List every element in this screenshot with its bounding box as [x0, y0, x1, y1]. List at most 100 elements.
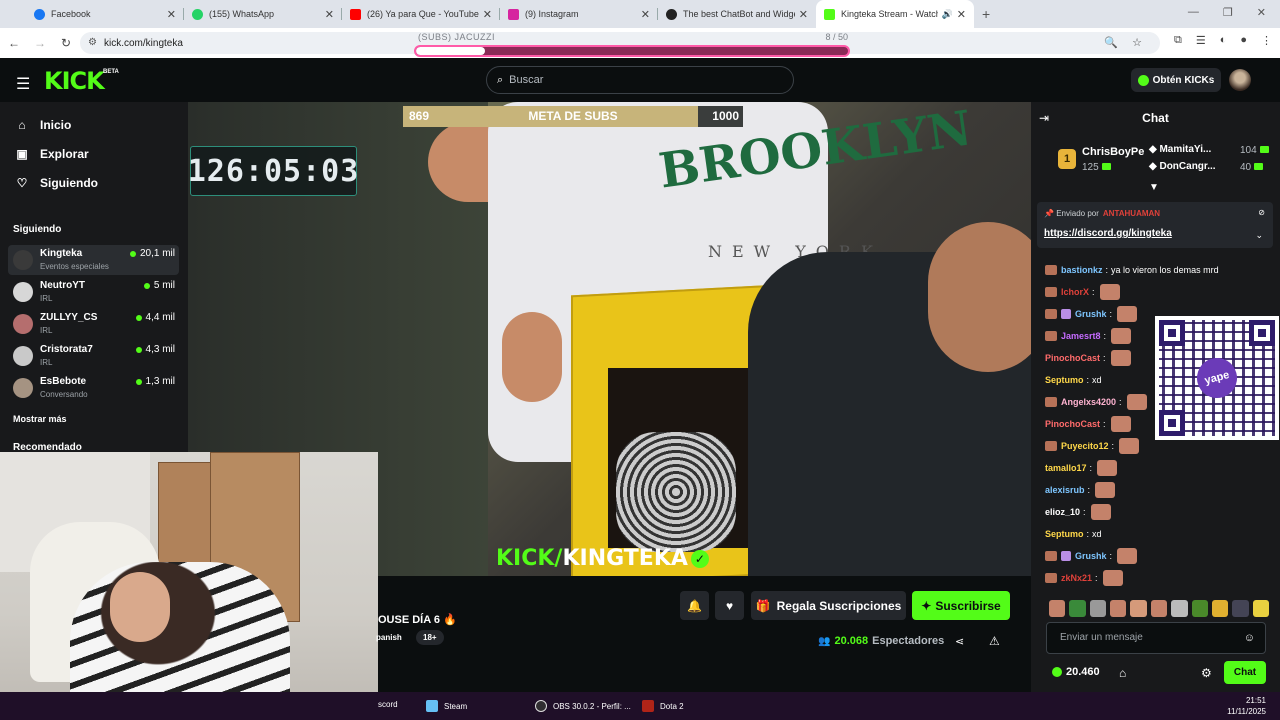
sidebar-item-inicio[interactable]: ⌂ Inicio — [14, 118, 71, 132]
emoji-picker-icon[interactable]: ☺ — [1244, 623, 1255, 653]
stream-title: OUSE DÍA 6 🔥 — [378, 614, 457, 626]
send-chat-button[interactable]: Chat — [1224, 661, 1266, 684]
chat-username[interactable]: zkNx21 — [1061, 573, 1092, 583]
channel-item[interactable]: Cristorata7 IRL 4,3 mil — [8, 341, 179, 371]
browser-tab[interactable]: (26) Ya para Que - YouTube ✕ — [342, 0, 500, 28]
chat-username[interactable]: Angelxs4200 — [1061, 397, 1116, 407]
chat-username[interactable]: Grushk — [1075, 551, 1107, 561]
tag-mature[interactable]: 18+ — [416, 630, 444, 645]
sidebar-item-explorar[interactable]: ▣ Explorar — [14, 147, 88, 161]
kicks-balance[interactable]: 20.460 — [1052, 666, 1100, 678]
pinned-sender[interactable]: ANTAHUAMAN — [1103, 209, 1160, 218]
chat-username[interactable]: Septumo — [1045, 375, 1084, 385]
hamburger-menu-icon[interactable]: ☰ — [16, 74, 30, 94]
leader-name[interactable]: ◆ DonCangr... — [1149, 161, 1216, 172]
emote-icon[interactable] — [1130, 600, 1147, 617]
omnibox-actions: 🔍 ☆ — [1104, 36, 1142, 49]
channel-item[interactable]: ZULLYY_CS IRL 4,4 mil — [8, 309, 179, 339]
browser-tab-active[interactable]: Kingteka Stream - Watch Li 🔊 ✕ — [816, 0, 974, 28]
search-input[interactable]: ⌕ Buscar — [486, 66, 794, 94]
report-icon[interactable]: ⚠ — [989, 634, 1000, 648]
channel-name: EsBebote — [40, 376, 87, 387]
restore-icon[interactable]: ❐ — [1223, 6, 1233, 19]
chat-username[interactable]: elioz_10 — [1045, 507, 1080, 517]
chat-message-input[interactable]: Enviar un mensaje ☺ — [1046, 622, 1266, 654]
chevron-down-icon[interactable]: ⌄ — [1255, 230, 1263, 241]
gift-subs-button[interactable]: 🎁 Regala Suscripciones — [751, 591, 906, 620]
site-info-icon[interactable]: ⚙ — [88, 37, 97, 48]
notification-bell-button[interactable]: 🔔 — [680, 591, 709, 620]
taskbar-item[interactable]: Dota 2 — [642, 700, 684, 712]
emote-icon[interactable] — [1150, 600, 1168, 617]
show-more-link[interactable]: Mostrar más — [13, 414, 67, 424]
channel-item[interactable]: Kingteka Eventos especiales 20,1 mil — [8, 245, 179, 275]
viewer-count: 1,3 mil — [135, 376, 175, 387]
extensions-icon[interactable]: ⧉ — [1174, 34, 1182, 47]
chat-username[interactable]: Puyecito12 — [1061, 441, 1109, 451]
new-tab-icon[interactable]: + — [982, 6, 990, 22]
close-icon[interactable]: ✕ — [167, 8, 176, 21]
kick-logo[interactable]: KICK — [44, 67, 105, 95]
gear-icon[interactable]: ⚙ — [1201, 666, 1212, 680]
emote-icon[interactable] — [1089, 600, 1107, 617]
chat-username[interactable]: PinochoCast — [1045, 353, 1100, 363]
user-avatar[interactable] — [1229, 69, 1251, 91]
back-icon[interactable]: ← — [2, 36, 26, 50]
reading-list-icon[interactable]: ☰ — [1196, 34, 1206, 47]
extension-icon[interactable]: ◐ — [1220, 34, 1227, 47]
chat-username[interactable]: IchorX — [1061, 287, 1089, 297]
taskbar-item[interactable]: Steam — [426, 700, 467, 712]
taskbar-clock[interactable]: 21:51 11/11/2025 — [1227, 695, 1266, 717]
emote-icon[interactable] — [1191, 600, 1208, 617]
taskbar-item[interactable]: scord — [378, 700, 398, 709]
leader-name[interactable]: ◆ MamitaYi... — [1149, 144, 1211, 155]
pinned-link[interactable]: https://discord.gg/kingteka — [1044, 228, 1172, 239]
close-window-icon[interactable]: ✕ — [1257, 6, 1266, 19]
chat-username[interactable]: Jamesrt8 — [1061, 331, 1101, 341]
emote-icon[interactable] — [1252, 600, 1269, 617]
subscribe-button[interactable]: ✦ Suscribirse — [912, 591, 1010, 620]
speaker-icon[interactable]: 🔊 — [942, 9, 953, 20]
chat-username[interactable]: Septumo — [1045, 529, 1084, 539]
close-icon[interactable]: ✕ — [799, 8, 808, 21]
emote-icon[interactable] — [1211, 600, 1229, 617]
close-icon[interactable]: ✕ — [483, 8, 492, 21]
sidebar-item-siguiendo[interactable]: ♡ Siguiendo — [14, 176, 98, 190]
emote-icon[interactable] — [1110, 600, 1127, 617]
browser-tab[interactable]: (155) WhatsApp ✕ — [184, 0, 342, 28]
emote-icon[interactable] — [1171, 600, 1188, 617]
zoom-icon[interactable]: 🔍 — [1104, 36, 1118, 49]
forward-icon[interactable]: → — [28, 36, 52, 50]
leader-name[interactable]: ChrisBoyPe — [1082, 146, 1144, 158]
browser-tab[interactable]: The best ChatBot and Widgets ✕ — [658, 0, 816, 28]
chat-username[interactable]: Grushk — [1075, 309, 1107, 319]
chat-username[interactable]: tamallo17 — [1045, 463, 1087, 473]
leaderboard-toggle-icon[interactable]: ▼ — [1149, 182, 1159, 193]
menu-icon[interactable]: ⋮ — [1261, 34, 1272, 47]
channel-item[interactable]: EsBebote Conversando 1,3 mil — [8, 373, 179, 403]
chat-username[interactable]: PinochoCast — [1045, 419, 1100, 429]
emote-icon[interactable] — [1232, 600, 1249, 617]
close-icon[interactable]: ✕ — [325, 8, 334, 21]
chat-username[interactable]: bastionkz — [1061, 265, 1103, 275]
close-icon[interactable]: ✕ — [957, 8, 966, 21]
browser-tab[interactable]: (9) Instagram ✕ — [500, 0, 658, 28]
minimize-icon[interactable]: — — [1188, 6, 1199, 19]
follow-button[interactable]: ♥ — [715, 591, 744, 620]
get-kicks-button[interactable]: Obtén KICKs — [1131, 68, 1221, 92]
taskbar-item[interactable]: OBS 30.0.2 - Perfil: ... — [535, 700, 631, 712]
chat-username[interactable]: alexisrub — [1045, 485, 1085, 495]
viewer-count-value: 4,4 mil — [145, 312, 175, 323]
bookmark-star-icon[interactable]: ☆ — [1132, 36, 1142, 49]
reload-icon[interactable]: ↻ — [54, 36, 78, 50]
store-icon[interactable]: ⌂ — [1119, 666, 1126, 680]
hide-pin-icon[interactable]: ⊘ — [1258, 208, 1265, 217]
emote-icon[interactable] — [1049, 600, 1066, 617]
tag-language[interactable]: panish — [376, 630, 409, 645]
emote-icon[interactable] — [1069, 600, 1086, 617]
profile-icon[interactable]: ● — [1240, 34, 1247, 47]
browser-tab[interactable]: Facebook ✕ — [26, 0, 184, 28]
share-icon[interactable]: ⋖ — [955, 635, 964, 648]
channel-item[interactable]: NeutroYT IRL 5 mil — [8, 277, 179, 307]
close-icon[interactable]: ✕ — [641, 8, 650, 21]
